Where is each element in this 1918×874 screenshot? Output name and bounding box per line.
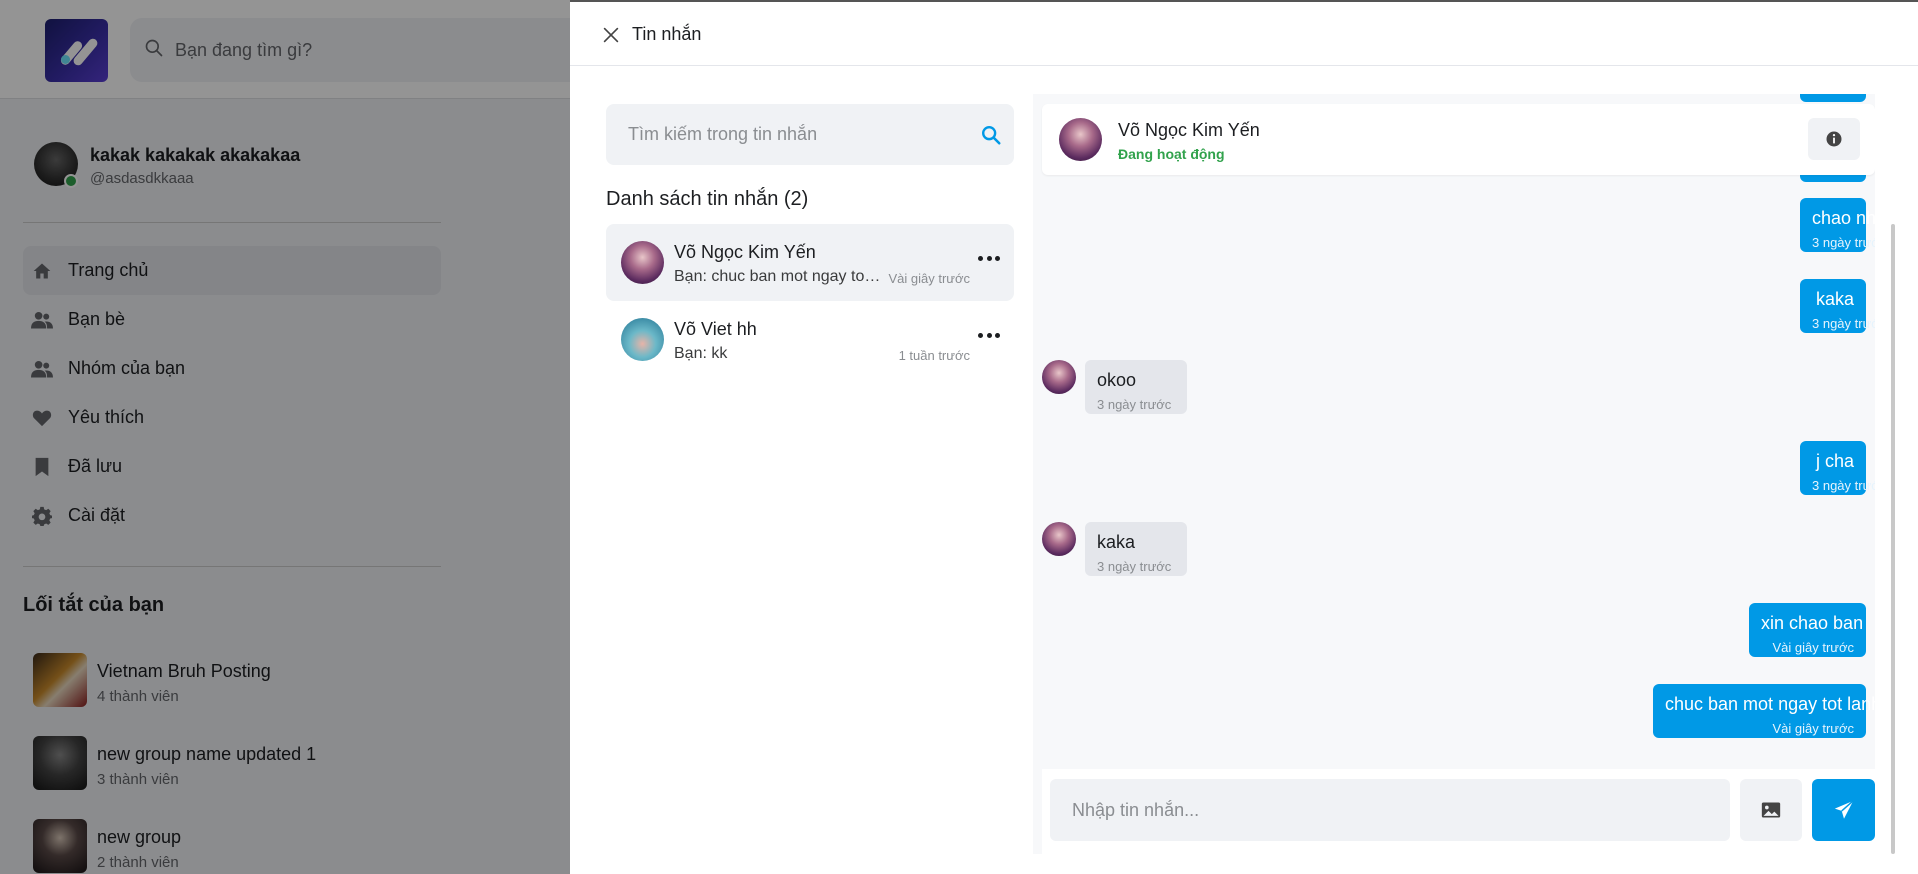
modal-backdrop[interactable] [0,0,570,874]
message-bubble-outgoing[interactable]: xin chao ban Vài giây trước [1749,603,1866,657]
chat-scrollbar[interactable] [1891,224,1895,854]
more-options-icon[interactable] [978,251,1000,265]
message-time: Vài giây trước [1772,640,1854,655]
avatar [621,241,664,284]
message-time: 3 ngày trước [1097,397,1172,412]
conversation-list-title: Danh sách tin nhắn (2) [606,188,809,210]
conversation-preview: Bạn: kk [674,345,728,362]
message-bubble-incoming[interactable]: kaka 3 ngày trước [1085,522,1187,576]
drawer-title: Tin nhắn [632,24,702,44]
chat-contact-name[interactable]: Võ Ngọc Kim Yến [1118,120,1260,141]
conversation-item[interactable]: Võ Viet hh Bạn: kk 1 tuần trước [606,301,1014,378]
message-bubble-outgoing[interactable]: j cha 3 ngày trước [1800,441,1875,495]
conversation-time: 1 tuần trước [898,348,970,363]
message-text: chuc ban mot ngay tot lanh [1665,694,1875,714]
attach-image-button[interactable] [1740,779,1802,841]
message-bubble-outgoing[interactable]: chao nha 3 ngày trước [1800,198,1875,252]
conversation-time: Vài giây trước [888,271,970,286]
message-bubble-outgoing[interactable]: kaka 3 ngày trước [1800,279,1875,333]
message-bubble-partial [1800,174,1866,182]
conversation-search [606,104,1014,165]
chat-panel: Võ Ngọc Kim Yến Đang hoạt động chao nha … [1033,94,1875,854]
message-bubble-incoming[interactable]: okoo 3 ngày trước [1085,360,1187,414]
message-time: 3 ngày trước [1812,316,1875,331]
avatar [1042,522,1076,556]
message-time: 3 ngày trước [1097,559,1172,574]
message-text: j cha [1815,451,1854,471]
avatar [1042,360,1076,394]
info-icon [1826,131,1842,147]
avatar [621,318,664,361]
messages-drawer: Tin nhắn Danh sách tin nhắn (2) Võ Ngọc … [570,0,1918,874]
close-icon[interactable] [600,24,622,46]
message-text: kaka [1815,289,1854,309]
message-composer [1042,769,1875,854]
message-text: xin chao ban [1761,613,1864,633]
message-text: chao nha [1812,208,1875,228]
conversation-preview: Bạn: chuc ban mot ngay tot lanh [674,268,884,285]
send-icon [1834,800,1854,819]
chat-header: Võ Ngọc Kim Yến Đang hoạt động [1042,104,1875,175]
conversation-name: Võ Viet hh [674,319,757,339]
avatar[interactable] [1059,118,1102,161]
message-input[interactable] [1050,779,1730,841]
chat-contact-status: Đang hoạt động [1118,146,1225,162]
message-text: okoo [1097,370,1137,390]
conversation-item[interactable]: Võ Ngọc Kim Yến Bạn: chuc ban mot ngay t… [606,224,1014,301]
conversation-name: Võ Ngọc Kim Yến [674,242,816,262]
message-time: 3 ngày trước [1812,478,1875,493]
message-time: Vài giây trước [1772,721,1854,736]
info-button[interactable] [1808,118,1860,160]
drawer-header: Tin nhắn [570,2,1918,66]
search-icon[interactable] [980,124,1002,146]
message-bubble-outgoing[interactable]: chuc ban mot ngay tot lanh Vài giây trướ… [1653,684,1875,738]
image-icon [1761,802,1781,818]
send-button[interactable] [1812,779,1875,841]
message-time: 3 ngày trước [1812,235,1875,250]
message-text: kaka [1097,532,1136,552]
message-bubble-partial [1800,94,1866,102]
more-options-icon[interactable] [978,328,1000,342]
conversation-search-input[interactable] [606,104,966,165]
